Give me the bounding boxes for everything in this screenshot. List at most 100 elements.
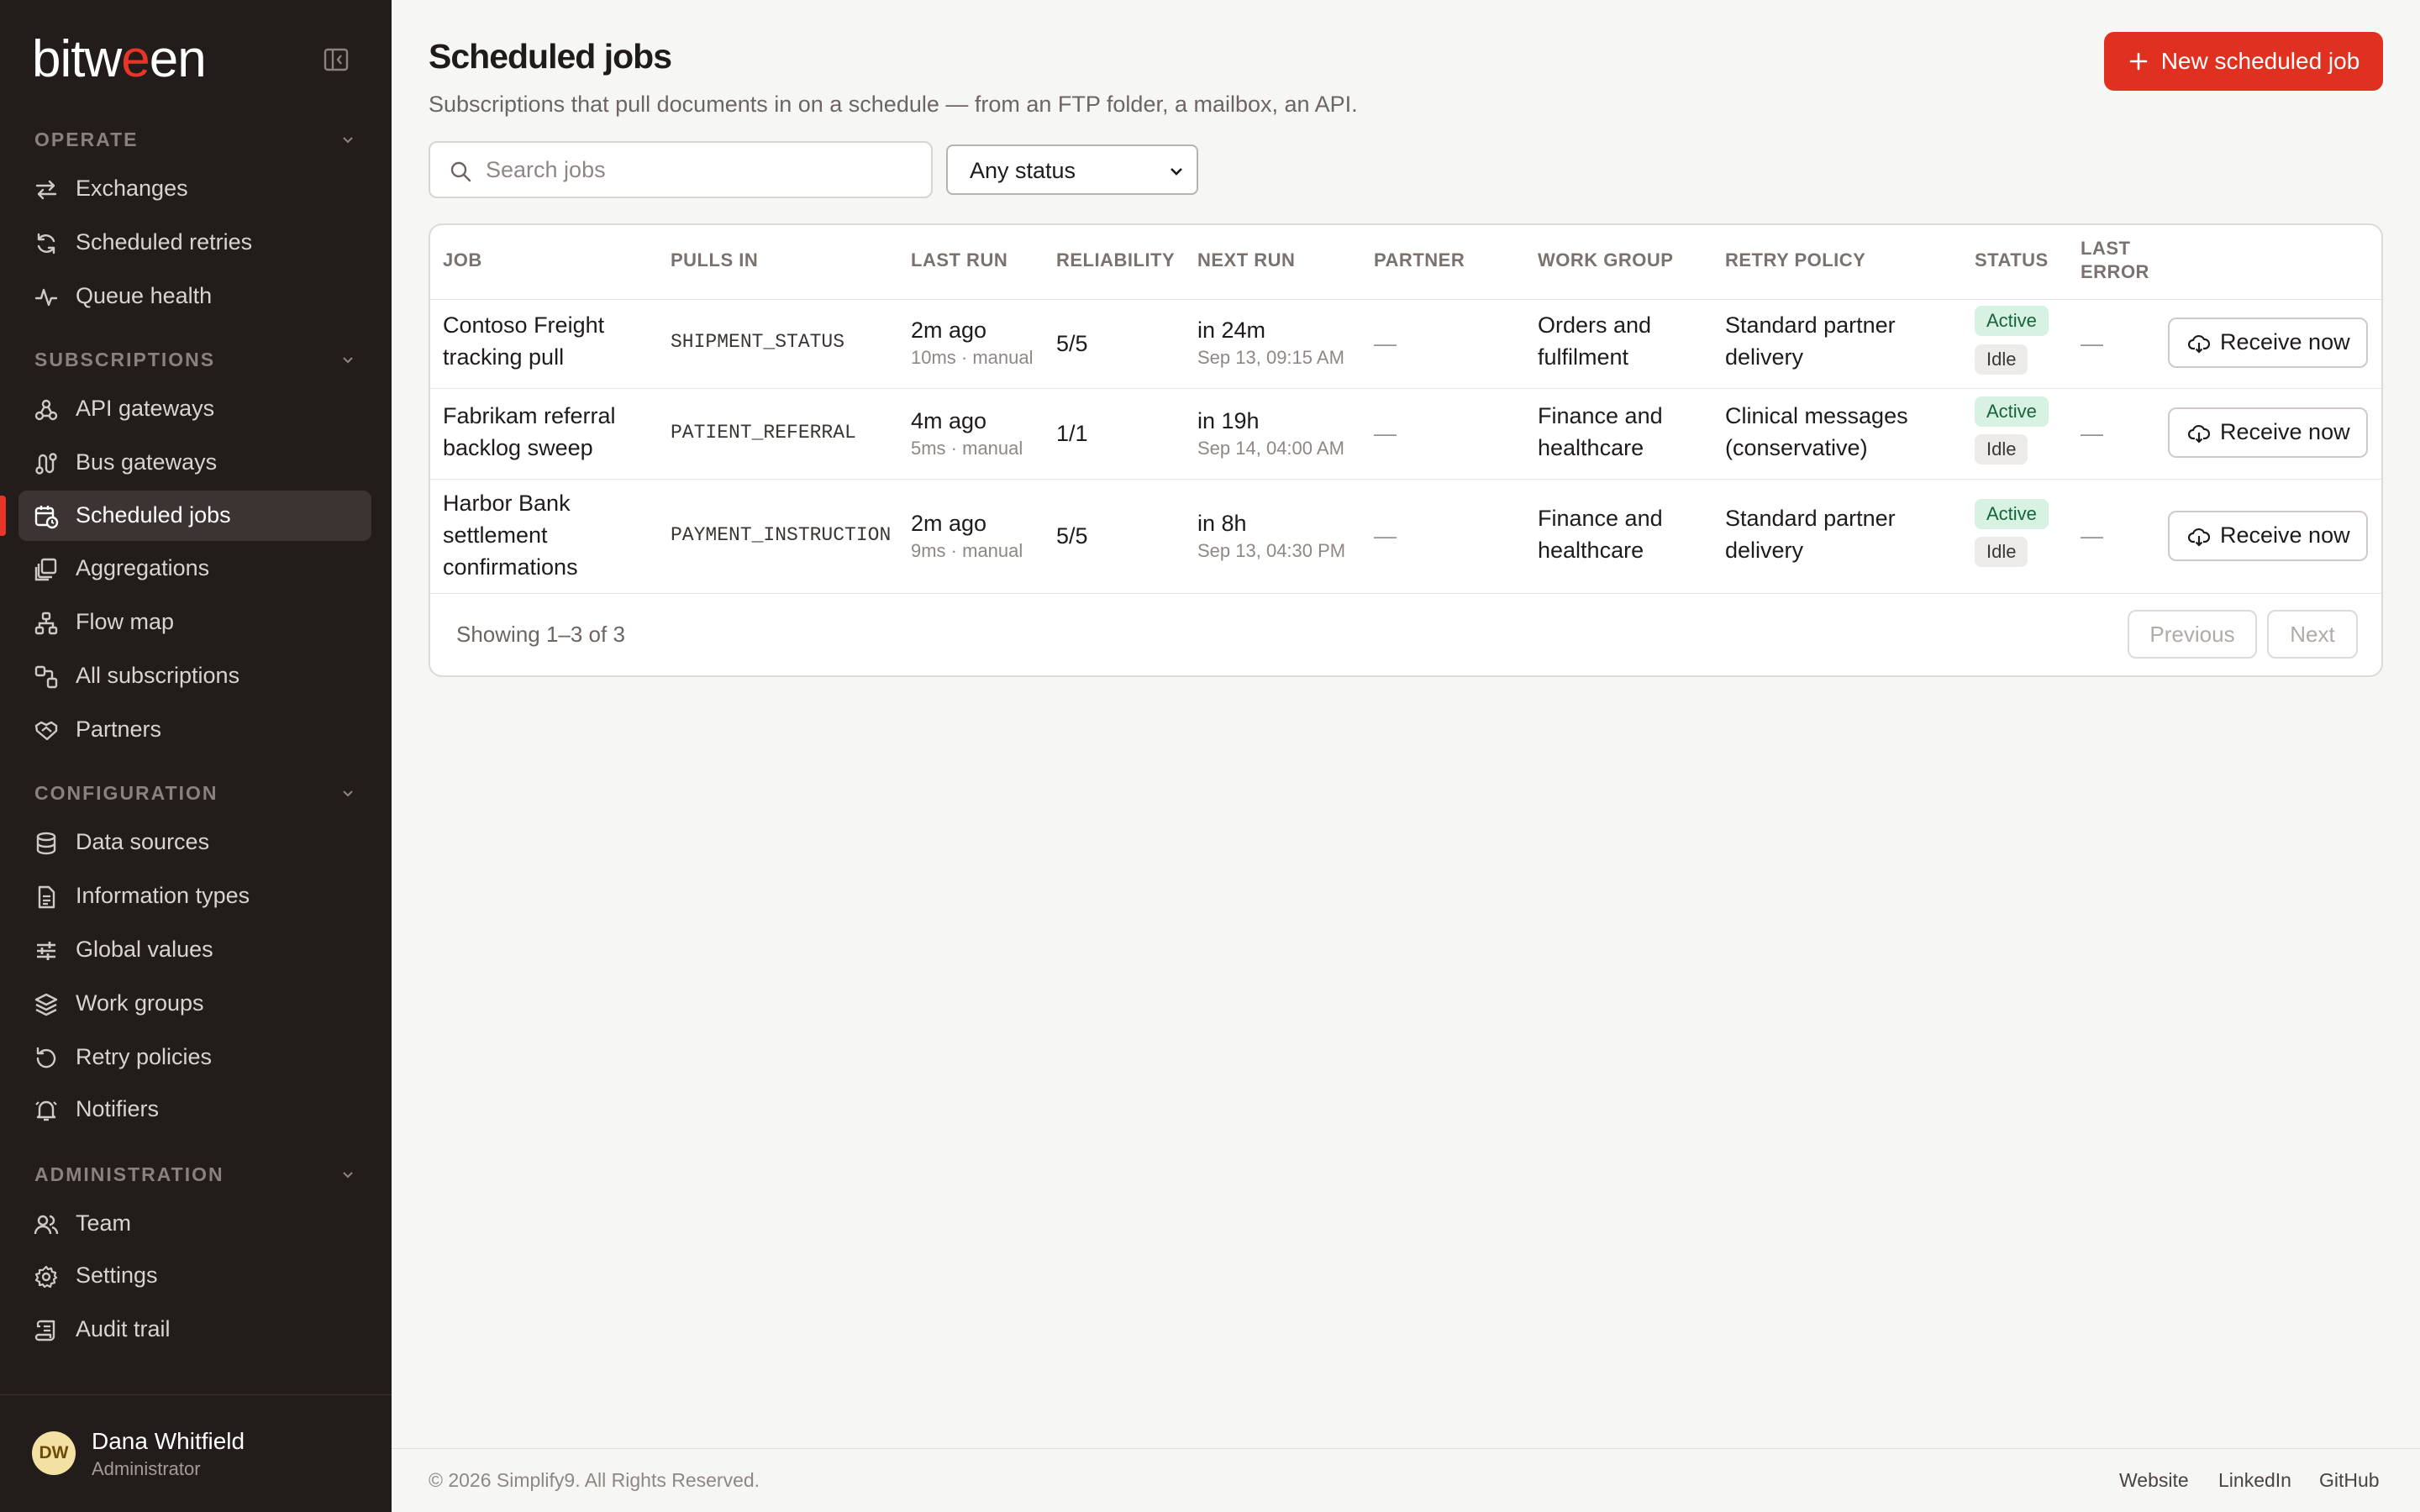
- column-header-last-error[interactable]: LAST ERROR: [2081, 237, 2156, 284]
- work-group: Finance and healthcare: [1538, 400, 1663, 464]
- sidebar-item-partners[interactable]: Partners: [18, 705, 371, 755]
- column-header-retry-policy[interactable]: RETRY POLICY: [1725, 249, 1865, 272]
- sidebar-item-label: Data sources: [76, 829, 210, 854]
- last-run-detail: 5ms · manual: [911, 438, 1023, 459]
- header-divider: [430, 299, 2381, 300]
- pulse-icon: [34, 285, 59, 310]
- sidebar-item-label: Bus gateways: [76, 449, 218, 475]
- cloud-download-icon: [2188, 424, 2210, 444]
- section-configuration[interactable]: CONFIGURATION: [34, 780, 357, 806]
- sidebar-item-team[interactable]: Team: [18, 1199, 371, 1249]
- arrows-exchange-icon: [34, 177, 59, 202]
- column-header-partner[interactable]: PARTNER: [1374, 249, 1465, 272]
- sidebar-item-global-values[interactable]: Global values: [18, 925, 371, 975]
- job-name-line: confirmations: [443, 554, 578, 580]
- sidebar-item-settings[interactable]: Settings: [18, 1251, 371, 1301]
- section-administration-title: ADMINISTRATION: [34, 1163, 224, 1185]
- sidebar-item-retry-policies[interactable]: Retry policies: [18, 1032, 371, 1083]
- status-badge-active: Active: [1975, 396, 2049, 427]
- sidebar-item-label: Audit trail: [76, 1316, 171, 1341]
- receive-now-button[interactable]: Receive now: [2168, 318, 2368, 368]
- column-header-status[interactable]: STATUS: [1975, 249, 2049, 272]
- footer-link-linkedin[interactable]: LinkedIn: [2218, 1469, 2291, 1492]
- last-run: 2m ago: [911, 318, 987, 343]
- footer-link-github[interactable]: GitHub: [2319, 1469, 2380, 1492]
- column-header-reliability[interactable]: RELIABILITY: [1056, 249, 1175, 272]
- column-header-work-group[interactable]: WORK GROUP: [1538, 249, 1673, 272]
- sidebar-item-notifiers[interactable]: Notifiers: [18, 1084, 371, 1135]
- scheduled-jobs-table: JOB PULLS IN LAST RUN RELIABILITY NEXT R…: [429, 223, 2383, 677]
- sidebar-item-audit-trail[interactable]: Audit trail: [18, 1305, 371, 1355]
- next-run-detail: Sep 13, 09:15 AM: [1197, 347, 1344, 368]
- retry-policy-line: Standard partner: [1725, 506, 1896, 531]
- refresh-icon: [34, 231, 59, 256]
- retry-policy-line: (conservative): [1725, 435, 1868, 460]
- pulls-in-type: SHIPMENT_STATUS: [671, 331, 845, 353]
- retry-policy-line: delivery: [1725, 538, 1804, 563]
- status-badge-idle: Idle: [1975, 344, 2028, 375]
- copyright: © 2026 Simplify9. All Rights Reserved.: [429, 1469, 760, 1491]
- row-divider: [430, 388, 2381, 389]
- retry-policy: Standard partner delivery: [1725, 502, 1896, 566]
- sidebar-item-all-subscriptions[interactable]: All subscriptions: [18, 651, 371, 701]
- sidebar-item-aggregations[interactable]: Aggregations: [18, 543, 371, 594]
- sidebar-item-scheduled-jobs[interactable]: Scheduled jobs: [18, 491, 371, 541]
- section-subscriptions[interactable]: SUBSCRIPTIONS: [34, 347, 357, 372]
- status-filter-select[interactable]: Any status: [946, 144, 1198, 195]
- column-header-job[interactable]: JOB: [443, 249, 482, 272]
- new-scheduled-job-button[interactable]: New scheduled job: [2104, 32, 2383, 91]
- avatar: DW: [32, 1431, 76, 1475]
- sidebar-item-api-gateways[interactable]: API gateways: [18, 384, 371, 434]
- job-name-line: Contoso Freight: [443, 312, 605, 338]
- sidebar-collapse-icon[interactable]: [323, 47, 351, 72]
- webhook-icon: [34, 397, 59, 423]
- sidebar-item-label: All subscriptions: [76, 663, 240, 688]
- column-header-next-run[interactable]: NEXT RUN: [1197, 249, 1295, 272]
- bell-icon: [34, 1098, 59, 1123]
- job-name[interactable]: Harbor Bank settlement confirmations: [443, 487, 578, 583]
- footer-link-website[interactable]: Website: [2119, 1469, 2189, 1492]
- section-administration[interactable]: ADMINISTRATION: [34, 1162, 357, 1187]
- section-configuration-title: CONFIGURATION: [34, 781, 218, 804]
- scroll-icon: [34, 1318, 59, 1343]
- reliability: 5/5: [1056, 523, 1088, 549]
- sidebar-item-scheduled-retries[interactable]: Scheduled retries: [18, 218, 371, 268]
- sidebar-item-data-sources[interactable]: Data sources: [18, 817, 371, 868]
- job-name-line: Harbor Bank: [443, 491, 571, 516]
- user-profile[interactable]: DW Dana Whitfield Administrator: [32, 1428, 368, 1487]
- section-operate[interactable]: OPERATE: [34, 127, 357, 152]
- cloud-download-icon: [2188, 528, 2210, 547]
- receive-now-button[interactable]: Receive now: [2168, 511, 2368, 561]
- sidebar-item-label: Global values: [76, 937, 213, 962]
- bitween-logo[interactable]: bitween: [32, 34, 207, 86]
- retry-policy-line: Standard partner: [1725, 312, 1896, 338]
- next-page-button[interactable]: Next: [2267, 610, 2358, 659]
- receive-now-label: Receive now: [2220, 329, 2350, 354]
- sidebar-item-work-groups[interactable]: Work groups: [18, 979, 371, 1029]
- sidebar-item-exchanges[interactable]: Exchanges: [18, 164, 371, 214]
- pagination-summary: Showing 1–3 of 3: [456, 622, 625, 647]
- search-box[interactable]: [429, 141, 933, 198]
- job-name[interactable]: Contoso Freight tracking pull: [443, 309, 604, 373]
- sidebar-item-bus-gateways[interactable]: Bus gateways: [18, 438, 371, 488]
- rotate-ccw-icon: [34, 1046, 59, 1071]
- job-name[interactable]: Fabrikam referral backlog sweep: [443, 400, 616, 464]
- sidebar-item-flow-map[interactable]: Flow map: [18, 597, 371, 648]
- status-badge-active: Active: [1975, 499, 2049, 529]
- bus-route-icon: [34, 451, 59, 476]
- column-header-last-run[interactable]: LAST RUN: [911, 249, 1007, 272]
- sidebar-item-label: Retry policies: [76, 1044, 213, 1069]
- previous-page-button[interactable]: Previous: [2128, 610, 2257, 659]
- column-header-pulls-in[interactable]: PULLS IN: [671, 249, 758, 272]
- user-role: Administrator: [92, 1458, 201, 1479]
- job-name-line: Fabrikam referral: [443, 403, 616, 428]
- handshake-icon: [34, 718, 59, 743]
- receive-now-button[interactable]: Receive now: [2168, 407, 2368, 458]
- work-group: Orders and fulfilment: [1538, 309, 1651, 373]
- sidebar-item-information-types[interactable]: Information types: [18, 871, 371, 921]
- sidebar-item-queue-health[interactable]: Queue health: [18, 271, 371, 322]
- status-badge-idle: Idle: [1975, 537, 2028, 567]
- search-input[interactable]: [486, 151, 914, 188]
- sidebar-item-label: Team: [76, 1210, 132, 1236]
- retry-policy: Standard partner delivery: [1725, 309, 1896, 373]
